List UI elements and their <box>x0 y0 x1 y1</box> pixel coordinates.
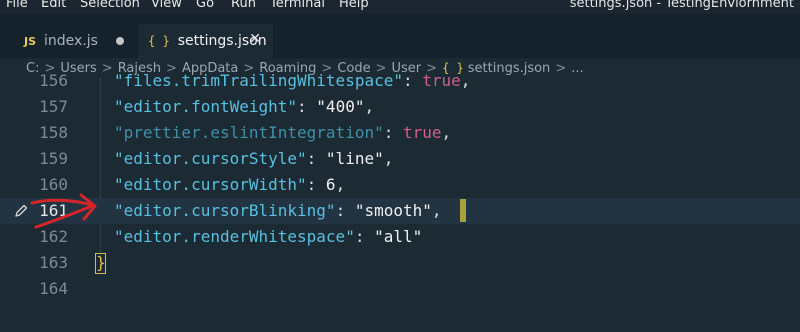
code-line[interactable]: 164 <box>0 276 800 302</box>
json-colon: : <box>402 71 423 90</box>
json-comma: , <box>364 97 375 116</box>
code-line[interactable]: 163 } <box>0 250 800 276</box>
menu-edit[interactable]: Edit <box>41 0 66 10</box>
braces-icon: { } <box>148 34 170 48</box>
json-comma: , <box>431 201 442 220</box>
line-number: 157 <box>39 97 68 116</box>
json-value: "400" <box>316 97 365 116</box>
menu-run[interactable]: Run <box>231 0 256 10</box>
menu-view[interactable]: View <box>151 0 182 10</box>
menu-help[interactable]: Help <box>339 0 369 10</box>
pencil-icon <box>15 204 28 217</box>
menu-bar: File Edit Selection View Go Run Terminal… <box>0 0 800 14</box>
json-colon: : <box>335 201 355 220</box>
json-value: "smooth" <box>354 201 432 220</box>
json-comma: , <box>441 123 452 142</box>
json-key: "editor.fontWeight" <box>114 97 298 116</box>
menu-go[interactable]: Go <box>196 0 214 10</box>
window-title: settings.json - TestingEnviornment <box>569 0 794 11</box>
js-icon: JS <box>24 34 37 48</box>
unsaved-dot-icon[interactable] <box>116 37 124 45</box>
json-comma: , <box>383 149 394 168</box>
code-editor[interactable]: 156 "files.trimTrailingWhitespace": true… <box>0 71 800 332</box>
line-content: "editor.cursorWidth": 6, <box>114 172 345 198</box>
json-value: "all" <box>374 227 423 246</box>
json-key: "editor.cursorWidth" <box>114 175 307 194</box>
menu-terminal[interactable]: Terminal <box>270 0 325 10</box>
line-content: "editor.renderWhitespace": "all" <box>114 224 422 250</box>
json-value: 6 <box>325 175 336 194</box>
line-number: 162 <box>39 227 68 246</box>
line-number: 158 <box>39 123 68 142</box>
line-number: 164 <box>39 279 68 298</box>
tab-index-js[interactable]: JS index.js <box>6 24 138 58</box>
code-line-active[interactable]: 161 "editor.cursorBlinking": "smooth", <box>0 198 800 224</box>
line-number: 163 <box>39 253 68 272</box>
code-line[interactable]: 159 "editor.cursorStyle": "line", <box>0 146 800 172</box>
closing-brace: } <box>96 253 106 272</box>
text-cursor <box>460 199 466 222</box>
code-line[interactable]: 158 "prettier.eslintIntegration": true, <box>0 120 800 146</box>
line-content: "prettier.eslintIntegration": true, <box>114 120 451 146</box>
line-content: "files.trimTrailingWhitespace": true, <box>114 68 470 94</box>
json-key: "files.trimTrailingWhitespace" <box>114 71 403 90</box>
json-comma: , <box>460 71 471 90</box>
tab-settings-json[interactable]: { } settings.json ✕ <box>138 24 273 58</box>
json-key: "editor.renderWhitespace" <box>114 227 355 246</box>
json-colon: : <box>306 175 326 194</box>
line-content: "editor.cursorStyle": "line", <box>114 146 393 172</box>
menu-file[interactable]: File <box>6 0 28 10</box>
json-colon: : <box>306 149 326 168</box>
close-icon[interactable]: ✕ <box>249 31 261 47</box>
line-number: 159 <box>39 149 68 168</box>
line-number: 156 <box>39 71 68 90</box>
json-key: "prettier.eslintIntegration" <box>114 123 384 142</box>
code-line[interactable]: 162 "editor.renderWhitespace": "all" <box>0 224 800 250</box>
tab-bar: JS index.js { } settings.json ✕ <box>0 14 800 58</box>
code-line[interactable]: 160 "editor.cursorWidth": 6, <box>0 172 800 198</box>
menu-selection[interactable]: Selection <box>80 0 140 10</box>
json-value: true <box>402 123 442 142</box>
code-line[interactable]: 156 "files.trimTrailingWhitespace": true… <box>0 68 800 94</box>
json-colon: : <box>297 97 317 116</box>
json-colon: : <box>354 227 375 246</box>
json-value: true <box>422 71 461 90</box>
json-value: "line" <box>325 149 384 168</box>
line-content: "editor.fontWeight": "400", <box>114 94 374 120</box>
line-number: 161 <box>39 201 68 220</box>
line-number: 160 <box>39 175 68 194</box>
json-key: "editor.cursorStyle" <box>114 149 307 168</box>
json-comma: , <box>335 175 346 194</box>
json-key: "editor.cursorBlinking" <box>114 201 336 220</box>
line-content: "editor.cursorBlinking": "smooth", <box>114 198 442 224</box>
tab-label: index.js <box>44 33 98 49</box>
json-colon: : <box>383 123 403 142</box>
code-line[interactable]: 157 "editor.fontWeight": "400", <box>0 94 800 120</box>
